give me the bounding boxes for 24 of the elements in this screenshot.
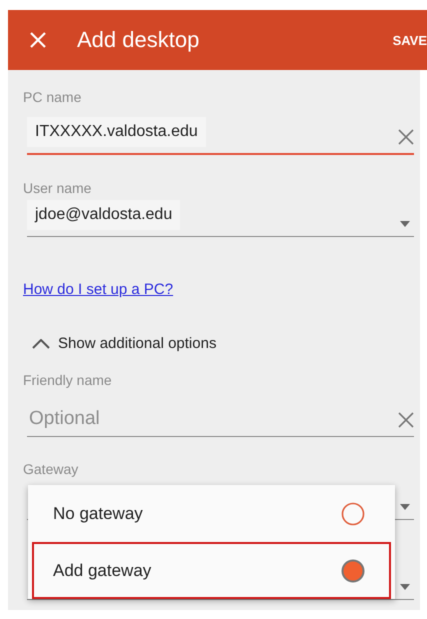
field-label: Gateway [23, 460, 78, 478]
menu-item[interactable]: No gateway [32, 485, 391, 542]
field-label: User name [23, 179, 92, 197]
clear-icon[interactable] [398, 412, 414, 428]
radio-button[interactable] [341, 502, 365, 526]
dropdown-arrow-icon[interactable] [400, 504, 410, 510]
input-value: ITXXXXX.valdosta.edu [27, 117, 206, 147]
dropdown-value: jdoe@valdosta.edu [27, 200, 180, 230]
input-field[interactable]: ITXXXXX.valdosta.edu [27, 119, 414, 155]
close-icon[interactable] [30, 32, 46, 48]
input-placeholder: Optional [29, 408, 100, 430]
chevron-icon [32, 339, 50, 349]
help-link[interactable]: How do I set up a PC? [23, 281, 174, 299]
field-label: Friendly name [23, 371, 112, 389]
dropdown-arrow-icon[interactable] [400, 584, 410, 590]
options-toggle[interactable]: Show additional options [32, 334, 216, 354]
clear-icon[interactable] [398, 129, 414, 145]
menu-item[interactable]: Add gateway [32, 542, 391, 599]
dropdown-field[interactable]: jdoe@valdosta.edu [27, 197, 414, 237]
field-label: PC name [23, 88, 82, 106]
dropdown-arrow-icon[interactable] [400, 221, 410, 227]
save-button[interactable]: SAVE [392, 32, 427, 48]
radio-button[interactable] [341, 558, 365, 582]
screen-title: Add desktop [77, 27, 200, 53]
